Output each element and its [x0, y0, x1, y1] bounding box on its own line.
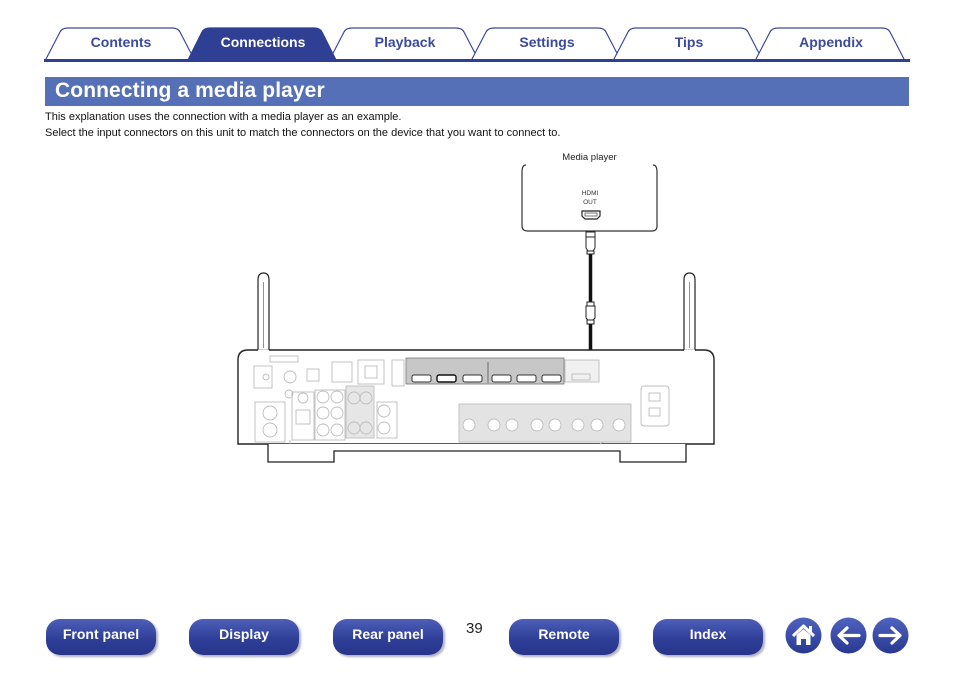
hdmi-out-port-icon — [581, 210, 601, 220]
forward-arrow-icon — [872, 617, 909, 654]
remote-button[interactable]: Remote — [509, 619, 619, 655]
front-panel-button[interactable]: Front panel — [46, 619, 156, 655]
home-icon — [785, 617, 822, 654]
media-player-label: Media player — [562, 152, 617, 163]
index-button[interactable]: Index — [653, 619, 763, 655]
hdmi-input-panel — [405, 357, 565, 385]
page-number: 39 — [466, 620, 483, 637]
back-arrow-icon — [830, 617, 867, 654]
back-button[interactable] — [830, 617, 867, 654]
home-button[interactable] — [785, 617, 822, 654]
diagram-svg — [237, 164, 715, 463]
display-button[interactable]: Display — [189, 619, 299, 655]
hdmi-out-label-line2: OUT — [583, 199, 597, 206]
hdmi-out-label-line1: HDMI — [581, 190, 599, 197]
connection-diagram: Media player HDMI OUT — [0, 0, 954, 673]
forward-button[interactable] — [872, 617, 909, 654]
rear-panel-button[interactable]: Rear panel — [333, 619, 443, 655]
hdmi-out-label: HDMI OUT — [570, 189, 610, 207]
